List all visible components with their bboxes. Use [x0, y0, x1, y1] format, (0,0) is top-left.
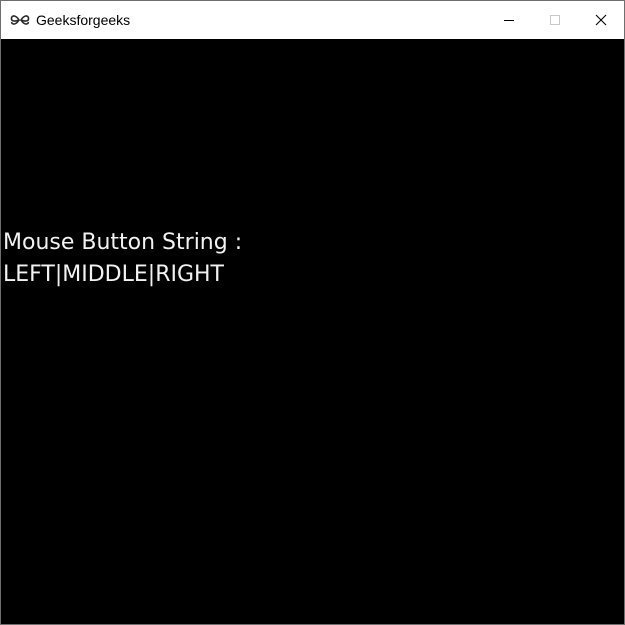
maximize-icon	[549, 14, 561, 26]
minimize-icon	[503, 14, 515, 26]
window-controls	[486, 1, 624, 39]
maximize-button	[532, 1, 578, 39]
render-canvas[interactable]: Mouse Button String : LEFT|MIDDLE|RIGHT	[1, 39, 624, 624]
minimize-button[interactable]	[486, 1, 532, 39]
mouse-button-string-label: Mouse Button String :	[3, 230, 243, 255]
title-bar[interactable]: Geeksforgeeks	[1, 1, 624, 39]
close-button[interactable]	[578, 1, 624, 39]
close-icon	[595, 14, 607, 26]
mouse-button-string-value: LEFT|MIDDLE|RIGHT	[3, 262, 224, 287]
app-window: Geeksforgeeks Mouse Button String: LEFT…	[0, 0, 625, 625]
window-title: Geeksforgeeks	[36, 12, 131, 28]
geeksforgeeks-logo-icon	[10, 10, 30, 30]
